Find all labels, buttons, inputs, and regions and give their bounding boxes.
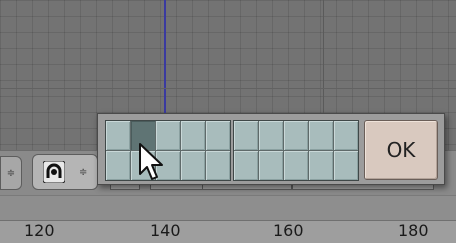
layer-button[interactable] [259, 151, 283, 180]
layer-button[interactable] [234, 121, 258, 150]
layer-button[interactable] [334, 151, 358, 180]
header-stepper[interactable]: ≑ [0, 156, 22, 190]
layer-button[interactable] [206, 121, 230, 150]
ok-button[interactable]: OK [364, 120, 438, 180]
ruler-tick-label: 180 [398, 221, 429, 240]
layer-button[interactable] [106, 121, 130, 150]
layer-button[interactable] [181, 121, 205, 150]
stepper-arrows-icon: ≑ [6, 167, 16, 179]
layer-button[interactable] [206, 151, 230, 180]
layer-grid-left [105, 120, 231, 181]
layer-button[interactable] [106, 151, 130, 180]
mouse-cursor-icon [139, 143, 163, 180]
layer-button[interactable] [234, 151, 258, 180]
ruler-tick-label: 140 [150, 221, 181, 240]
layer-button[interactable] [259, 121, 283, 150]
layer-button[interactable] [309, 151, 333, 180]
layer-button[interactable] [309, 121, 333, 150]
layer-button[interactable] [181, 151, 205, 180]
ruler-tick-label: 160 [273, 221, 304, 240]
ruler-tick-label: 120 [24, 221, 55, 240]
vertex-select-icon [41, 160, 67, 184]
layer-grid-right [233, 120, 359, 181]
grid-major-line-horizontal [0, 88, 456, 89]
layer-button[interactable] [284, 121, 308, 150]
dropdown-arrows-icon: ≑ [79, 166, 88, 178]
layer-button[interactable] [334, 121, 358, 150]
layer-button[interactable] [284, 151, 308, 180]
timeline-header [0, 196, 456, 221]
mode-select-button[interactable]: ≑ [32, 154, 98, 190]
